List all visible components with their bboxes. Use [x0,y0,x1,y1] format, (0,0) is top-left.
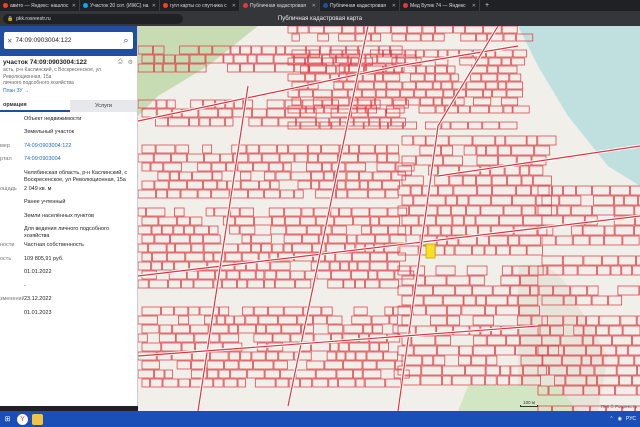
print-icon[interactable]: ⎙ [118,59,123,66]
tab-information[interactable]: ормация [0,99,70,112]
attribute-row: 01.01.2023 [0,308,137,322]
panel-tools: ⎙ ⚙ [118,59,133,66]
map-canvas[interactable] [138,26,640,411]
tab-close-icon[interactable]: ✕ [72,3,76,9]
attribute-value: 109 805,91 руб. [24,255,64,262]
tab-close-icon[interactable]: ✕ [152,3,156,9]
attribute-value: 01.01.2023 [24,309,52,316]
attribute-row: ощадь 2 049 кв. м [0,184,137,198]
tab-label: гугл карты со спутника с [170,2,227,9]
address-bar: 🔒 pkk.rosreestr.ru Публичная кадастровая… [0,11,640,26]
tab-close-icon[interactable]: ✕ [232,3,236,9]
attribute-key: ость [0,255,12,262]
map-attribution: ПКК © Росреестр [600,404,637,409]
tab-close-icon[interactable]: ✕ [392,3,396,9]
tab-label: Участок 20 сот. (ИЖС) на [90,2,149,9]
tab-label: Публичная кадастровая [250,2,306,9]
cadastral-search-input[interactable]: ✕ 74:09:0903004:122 ⌕ [4,32,133,49]
attribute-value: 23.12.2022 [24,296,52,302]
lock-icon: 🔒 [7,15,14,22]
object-address-line-1: асть, р-н Каслинский, с Воскресенское, у… [3,67,101,80]
attribute-value[interactable]: 74:09:0903004 [24,156,137,163]
browser-tab[interactable]: Публичная кадастровая ✕ [320,0,400,11]
selected-parcel [425,243,436,259]
attribute-value: Для ведения личного подсобного хозяйства [24,226,110,239]
green-area [458,386,578,411]
chevron-up-icon[interactable]: ⌃ [609,416,613,422]
attribute-key: зменений [0,296,24,302]
attribute-value: 01.01.2022 [24,269,52,275]
close-icon[interactable]: ✕ [7,37,12,45]
attribute-value: - [24,282,26,289]
attribute-key: ности [0,242,15,248]
browser-tab-strip: авито — Яндекс: нашлос ✕ Участок 20 сот. (… [0,0,640,11]
panel-tabs: ормация Услуги [0,99,137,112]
tab-favicon-icon [403,3,408,8]
search-bar: ✕ 74:09:0903004:122 ⌕ [0,26,137,56]
attribute-row: ности Частная собственность [0,240,137,254]
tab-favicon-icon [3,3,8,8]
scale-bar: 100 м [520,400,538,407]
attribute-value: Ранее учтенный [24,199,66,205]
language-indicator[interactable]: РУС [626,416,636,422]
attribute-value: Челябинская область, р-н Каслинский, с В… [24,169,128,183]
tab-favicon-icon [243,3,248,8]
attribute-row: - [0,281,137,295]
attribute-row: Земли населённых пунктов [0,211,137,225]
attribute-row: мер 74:09:0903004:122 [0,141,137,155]
os-taskbar: ⊞ Y ⌃ ◉ РУС [0,411,640,427]
attribute-value: Объект недвижимости [24,115,82,122]
attribute-row: ость 109 805,91 руб. [0,254,137,268]
tab-services[interactable]: Услуги [70,99,137,112]
attribute-row: Для ведения личного подсобного хозяйства [0,224,137,240]
yandex-browser-icon[interactable]: Y [17,413,28,425]
tab-favicon-icon [83,3,88,8]
start-icon[interactable]: ⊞ [2,414,13,425]
cadastral-map[interactable]: 100 м ПКК © Росреестр [138,26,640,411]
tab-favicon-icon [163,3,168,8]
search-value: 74:09:0903004:122 [15,37,72,44]
system-tray: ⌃ ◉ РУС [609,416,640,422]
url-field[interactable]: 🔒 pkk.rosreestr.ru [3,13,183,24]
attribute-value[interactable]: 74:09:0903004:122 [24,143,137,150]
attribute-row: Объект недвижимости [0,114,137,128]
new-tab-button[interactable]: + [480,2,494,9]
settings-icon[interactable]: ⚙ [128,59,133,66]
attribute-value: 2 049 кв. м [24,185,52,192]
object-title: участок 74:09:0903004:122 [3,59,87,66]
plan-link[interactable]: План ЗУ → [0,87,137,95]
attribute-row: зменений 23.12.2022 [0,294,137,308]
file-explorer-icon[interactable] [32,413,43,425]
tab-close-icon[interactable]: ✕ [312,3,316,9]
info-panel: ✕ 74:09:0903004:122 ⌕ участок 74:09:0903… [0,26,138,406]
browser-tab[interactable]: авито — Яндекс: нашлос ✕ [0,0,80,11]
browser-tab[interactable]: Участок 20 сот. (ИЖС) на ✕ [80,0,160,11]
browser-tab[interactable]: Публичная кадастровая ✕ [240,0,320,11]
attribute-list: Объект недвижимости Земельный участок мер 7… [0,112,137,322]
browser-tab[interactable]: Мед Бутик 74 — Яндекс ✕ [400,0,480,11]
attribute-value: Земли населённых пунктов [24,212,94,219]
attribute-row: 01.01.2022 [0,267,137,281]
attribute-key: ртал [0,156,12,162]
network-icon[interactable]: ◉ [618,416,622,422]
attribute-value: Частная собственность [24,242,85,248]
tab-close-icon[interactable]: ✕ [472,3,476,9]
attribute-row: Челябинская область, р-н Каслинский, с В… [0,168,137,184]
attribute-row: ртал 74:09:0903004 [0,154,137,168]
url-text: pkk.rosreestr.ru [16,15,51,22]
tab-favicon-icon [323,3,328,8]
attribute-row: Земельный участок [0,127,137,141]
tab-label: Мед Бутик 74 — Яндекс [410,2,466,9]
attribute-key: ощадь [0,185,17,192]
attribute-key: мер [0,142,10,149]
search-icon[interactable]: ⌕ [119,32,133,49]
browser-tab[interactable]: гугл карты со спутника с ✕ [160,0,240,11]
attribute-row: Ранее учтенный [0,197,137,211]
attribute-value: Земельный участок [24,129,75,135]
tab-label: авито — Яндекс: нашлос [10,2,69,9]
tab-label: Публичная кадастровая [330,2,386,9]
scale-line [520,405,538,407]
